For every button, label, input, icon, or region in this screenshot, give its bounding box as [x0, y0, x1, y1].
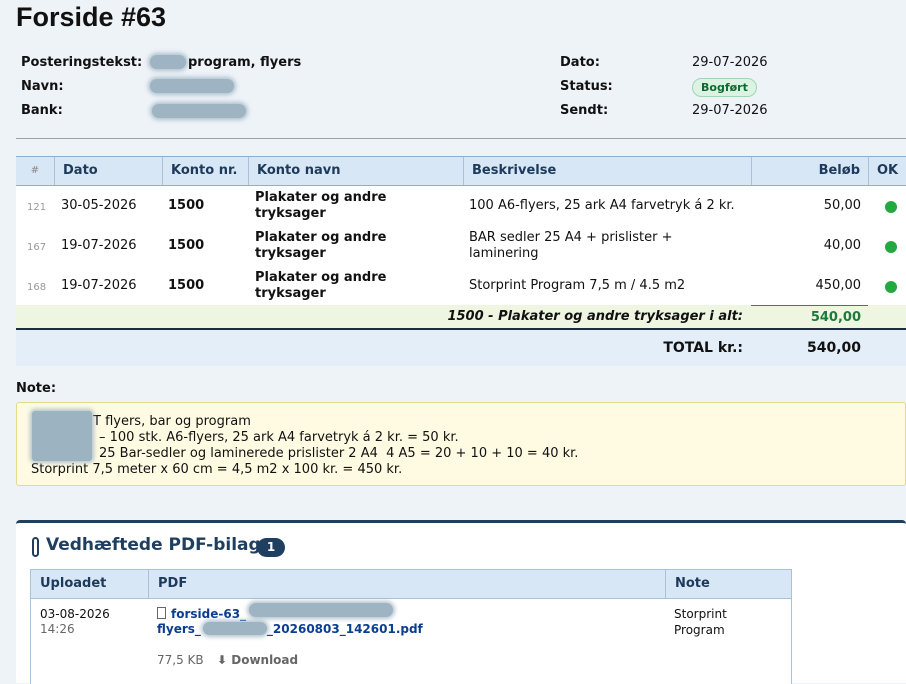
table-row[interactable]: 167 19-07-2026 1500 Plakater og andre try… [16, 226, 906, 266]
col-note: Note [665, 570, 791, 598]
col-account-no[interactable]: Konto nr. [162, 157, 248, 185]
document-icon [157, 607, 166, 619]
posting-label: Posteringstekst: [21, 55, 143, 70]
ok-status-icon [885, 241, 897, 253]
row-number: 121 [27, 202, 47, 213]
row-account-no: 1500 [168, 278, 205, 293]
row-description: Storprint Program 7,5 m / 4.5 m2 [469, 278, 686, 293]
row-description: 100 A6-flyers, 25 ark A4 farvetryk á 2 k… [469, 198, 735, 213]
table-row[interactable]: 121 30-05-2026 1500 Plakater og andre try… [16, 186, 906, 226]
page-title: Forside #63 [16, 2, 167, 32]
attachments-title: Vedhæftede PDF-bilag [46, 535, 261, 555]
row-date: 30-05-2026 [61, 198, 137, 213]
pdf-link[interactable]: forside-63_ [157, 606, 246, 622]
subtotal-row: 1500 - Plakater og andre tryksager i alt… [16, 305, 906, 329]
total-row: TOTAL kr.: 540,00 [16, 330, 906, 366]
col-date[interactable]: Dato [54, 157, 162, 185]
note-line: Storprint 7,5 meter x 60 cm = 4,5 m2 x 1… [31, 462, 403, 477]
row-account-name: Plakater og andre tryksager [255, 230, 387, 261]
note-line: 25 Bar-sedler og laminerede prislister 2… [99, 446, 579, 461]
redacted-block [150, 55, 186, 69]
attachments-table: Uploadet PDF Note 03-08-2026 14:26 forsi… [30, 569, 792, 684]
table-row[interactable]: 168 19-07-2026 1500 Plakater og andre try… [16, 266, 906, 306]
redacted-block [150, 79, 234, 93]
date-value: 29-07-2026 [692, 55, 768, 70]
col-uploaded: Uploadet [40, 576, 107, 591]
subtotal-rule [751, 305, 868, 306]
sent-value: 29-07-2026 [692, 103, 768, 118]
row-number: 168 [27, 282, 47, 293]
upload-time: 14:26 [40, 622, 75, 636]
download-link[interactable]: ⬇ Download [217, 652, 298, 668]
row-date: 19-07-2026 [61, 238, 137, 253]
bank-label: Bank: [21, 103, 63, 118]
col-ok: OK [868, 157, 906, 185]
paperclip-icon [32, 537, 39, 557]
row-account-no: 1500 [168, 198, 205, 213]
upload-date: 03-08-2026 [40, 607, 110, 621]
note-line: – 100 stk. A6-flyers, 25 ark A4 farvetry… [99, 430, 459, 445]
ok-status-icon [885, 201, 897, 213]
row-amount: 450,00 [815, 278, 862, 293]
total-label: TOTAL kr.: [663, 340, 743, 356]
row-amount: 50,00 [823, 198, 861, 213]
attachments-header: Uploadet PDF Note [31, 570, 791, 599]
col-description[interactable]: Beskrivelse [463, 157, 751, 185]
note-box: T flyers, bar og program – 100 stk. A6-f… [16, 402, 906, 486]
redacted-block [152, 104, 246, 118]
table-header: # Dato Konto nr. Konto navn Beskrivelse … [16, 156, 906, 186]
file-size: 77,5 KB [157, 653, 204, 667]
row-account-name: Plakater og andre tryksager [255, 270, 387, 301]
row-date: 19-07-2026 [61, 278, 137, 293]
redacted-block [249, 603, 393, 617]
col-pdf: PDF [148, 570, 665, 598]
attachment-note: Storprint Program [674, 607, 727, 637]
name-label: Navn: [21, 79, 64, 94]
row-account-no: 1500 [168, 238, 205, 253]
date-label: Dato: [560, 55, 600, 70]
status-badge: Bogført [692, 78, 757, 97]
col-num: # [30, 165, 40, 176]
attachments-count-badge: 1 [257, 538, 285, 557]
redacted-block [32, 411, 92, 461]
note-label: Note: [16, 381, 57, 396]
total-value: 540,00 [806, 340, 861, 356]
col-account-name[interactable]: Konto navn [248, 157, 463, 185]
subtotal-value: 540,00 [810, 310, 861, 325]
row-account-name: Plakater og andre tryksager [255, 190, 387, 221]
status-label: Status: [560, 79, 613, 94]
row-amount: 40,00 [823, 238, 861, 253]
note-line: T flyers, bar og program [93, 414, 251, 429]
posting-value: program, flyers [188, 55, 302, 70]
ok-status-icon [885, 281, 897, 293]
redacted-block [203, 622, 267, 635]
row-number: 167 [27, 242, 47, 253]
row-description: BAR sedler 25 A4 + prislister + laminerin… [469, 230, 673, 261]
divider [16, 138, 906, 139]
sent-label: Sendt: [560, 103, 609, 118]
pdf-link-line-2[interactable]: flyers_ _20260803_142601.pdf [157, 621, 423, 637]
subtotal-label: 1500 - Plakater og andre tryksager i alt… [447, 309, 743, 324]
attachments-panel: Vedhæftede PDF-bilag 1 Uploadet PDF Note… [16, 520, 906, 684]
col-amount[interactable]: Beløb [751, 157, 868, 185]
